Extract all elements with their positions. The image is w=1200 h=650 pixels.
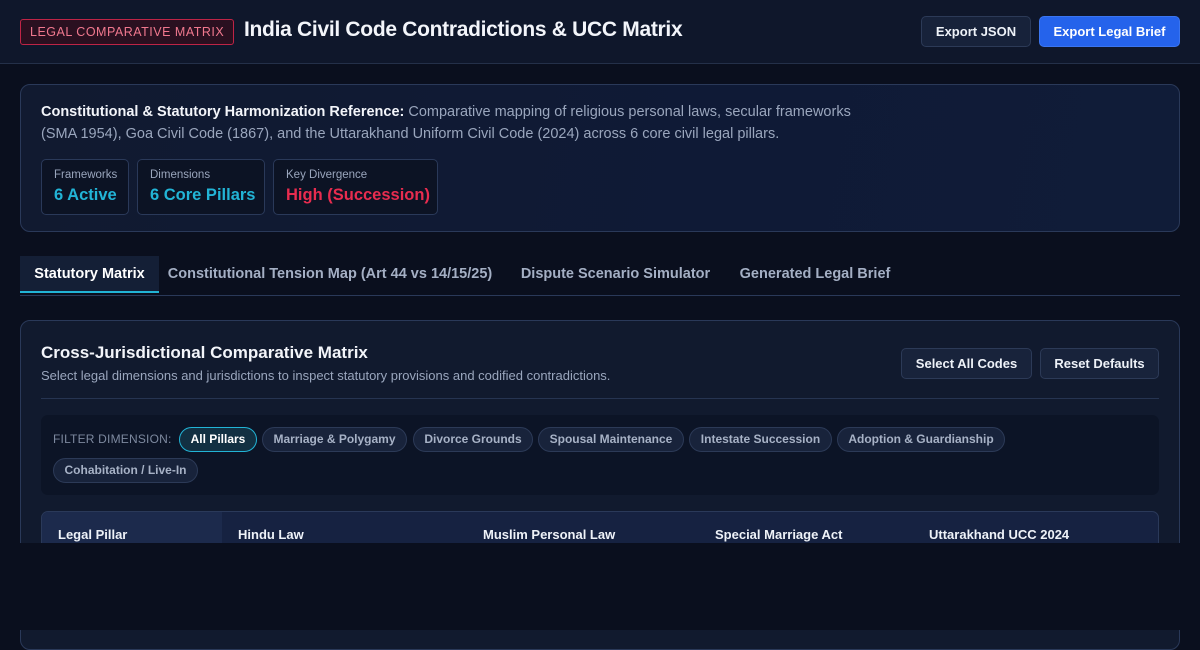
main-tabs: Statutory Matrix Constitutional Tension …	[20, 256, 1180, 296]
column-header-uttarakhand-ucc[interactable]: Uttarakhand UCC 2024	[929, 527, 1069, 542]
reference-card: Constitutional & Statutory Harmonization…	[20, 84, 1180, 232]
tab-generated-legal-brief[interactable]: Generated Legal Brief	[735, 256, 895, 293]
tab-statutory-matrix[interactable]: Statutory Matrix	[20, 256, 159, 293]
viewport-fold	[0, 543, 1200, 630]
column-header-hindu-law[interactable]: Hindu Law	[238, 527, 304, 542]
column-header-muslim-personal-law[interactable]: Muslim Personal Law	[483, 527, 615, 542]
column-header-special-marriage-act[interactable]: Special Marriage Act	[715, 527, 842, 542]
filter-chip-intestate-succession[interactable]: Intestate Succession	[689, 427, 832, 452]
filter-chip-adoption-guardianship[interactable]: Adoption & Guardianship	[837, 427, 1005, 452]
stat-label: Dimensions	[150, 169, 211, 181]
filter-bar: FILTER DIMENSION: All Pillars Marriage &…	[41, 415, 1159, 495]
app-header: LEGAL COMPARATIVE MATRIX India Civil Cod…	[0, 0, 1200, 64]
stat-dimensions: Dimensions 6 Core Pillars	[137, 159, 265, 215]
stat-value: 6 Active	[54, 186, 117, 204]
filter-chip-divorce-grounds[interactable]: Divorce Grounds	[413, 427, 533, 452]
page-title: India Civil Code Contradictions & UCC Ma…	[244, 18, 683, 41]
stat-key-divergence: Key Divergence High (Succession)	[273, 159, 438, 215]
stat-value: High (Succession)	[286, 186, 430, 204]
filter-chip-all-pillars[interactable]: All Pillars	[179, 427, 257, 452]
export-legal-brief-button[interactable]: Export Legal Brief	[1039, 16, 1180, 47]
reset-defaults-button[interactable]: Reset Defaults	[1040, 348, 1159, 379]
stat-value: 6 Core Pillars	[150, 186, 256, 204]
stat-frameworks: Frameworks 6 Active	[41, 159, 129, 215]
panel-divider	[41, 398, 1159, 399]
filter-chip-cohabitation-live-in[interactable]: Cohabitation / Live-In	[53, 458, 198, 483]
export-json-button[interactable]: Export JSON	[921, 16, 1031, 47]
reference-lead: Constitutional & Statutory Harmonization…	[41, 104, 405, 120]
stat-label: Frameworks	[54, 169, 118, 181]
matrix-badge: LEGAL COMPARATIVE MATRIX	[20, 19, 235, 45]
stat-label: Key Divergence	[286, 169, 368, 181]
panel-title: Cross-Jurisdictional Comparative Matrix	[41, 343, 368, 362]
select-all-codes-button[interactable]: Select All Codes	[901, 348, 1032, 379]
filter-chip-marriage-polygamy[interactable]: Marriage & Polygamy	[262, 427, 407, 452]
reference-description: Constitutional & Statutory Harmonization…	[41, 101, 881, 145]
column-header-legal-pillar[interactable]: Legal Pillar	[58, 527, 127, 542]
tab-dispute-scenario-simulator[interactable]: Dispute Scenario Simulator	[516, 256, 715, 293]
filter-label: FILTER DIMENSION:	[53, 432, 172, 446]
filter-chip-spousal-maintenance[interactable]: Spousal Maintenance	[538, 427, 684, 452]
panel-subtitle: Select legal dimensions and jurisdiction…	[41, 368, 611, 383]
tab-constitutional-tension-map[interactable]: Constitutional Tension Map (Art 44 vs 14…	[166, 256, 494, 293]
